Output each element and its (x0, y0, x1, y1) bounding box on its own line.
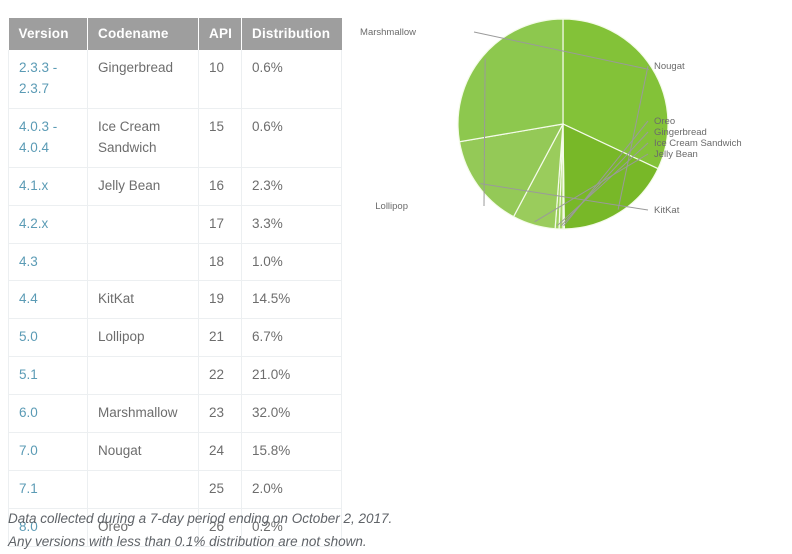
cell-codename: Gingerbread (87, 50, 199, 109)
cell-distribution: 14.5% (241, 280, 342, 320)
cell-api: 18 (198, 242, 242, 282)
table-row: 6.0 Marshmallow 23 32.0% (8, 394, 342, 434)
distribution-table-container: Version Codename API Distribution 2.3.3 … (8, 18, 342, 547)
cell-distribution: 6.7% (241, 318, 342, 358)
cell-codename (87, 242, 199, 282)
pie-label-nougat: Nougat (654, 61, 685, 72)
cell-version[interactable]: 2.3.3 - 2.3.7 (8, 50, 88, 109)
table-row: 4.4 KitKat 19 14.5% (8, 280, 342, 320)
table-row: 5.0 Lollipop 21 6.7% (8, 318, 342, 358)
pie-label-gingerbread: Gingerbread (654, 127, 707, 138)
pie-label-kitkat: KitKat (654, 205, 680, 216)
table-body: 2.3.3 - 2.3.7 Gingerbread 10 0.6% 4.0.3 - 4.… (8, 50, 342, 547)
cell-api: 10 (198, 50, 242, 109)
cell-distribution: 0.6% (241, 50, 342, 109)
distribution-pie-chart: Marshmallow Nougat Oreo Gingerbread Ice Crea… (356, 0, 792, 250)
cell-codename (87, 470, 199, 509)
cell-distribution: 2.3% (241, 166, 342, 206)
distribution-table: Version Codename API Distribution 2.3.3 … (8, 18, 342, 547)
cell-distribution: 15.8% (241, 432, 342, 472)
footnote-data-collection: Data collected during a 7-day period end… (8, 511, 393, 526)
table-header: Version Codename API Distribution (8, 18, 342, 50)
table-row: 5.1 22 21.0% (8, 356, 342, 396)
cell-codename (87, 356, 199, 396)
pie-slice-lollipop[interactable] (457, 18, 564, 143)
cell-version[interactable]: 7.1 (8, 470, 88, 509)
cell-api: 19 (198, 280, 242, 320)
column-header-api: API (198, 18, 242, 50)
cell-api: 16 (198, 166, 242, 206)
pie-label-lollipop: Lollipop (375, 201, 408, 212)
cell-distribution: 3.3% (241, 204, 342, 244)
table-row: 7.0 Nougat 24 15.8% (8, 432, 342, 472)
cell-version[interactable]: 4.3 (8, 242, 88, 282)
cell-version[interactable]: 6.0 (8, 394, 88, 434)
pie-chart-svg: Marshmallow Nougat OreoGingerbreadIce Crea… (360, 18, 742, 230)
column-header-version: Version (8, 18, 88, 50)
table-row: 7.1 25 2.0% (8, 470, 342, 509)
pie-label-jelly-bean: Jelly Bean (654, 149, 698, 160)
cell-api: 23 (198, 394, 242, 434)
table-row: 4.3 18 1.0% (8, 242, 342, 282)
table-header-row: Version Codename API Distribution (8, 18, 342, 50)
cell-version[interactable]: 4.0.3 - 4.0.4 (8, 107, 88, 168)
cell-version[interactable]: 5.0 (8, 318, 88, 358)
cell-codename: Lollipop (87, 318, 199, 358)
cell-codename: Nougat (87, 432, 199, 472)
cell-version[interactable]: 4.1.x (8, 166, 88, 206)
cell-codename: Jelly Bean (87, 166, 199, 206)
cell-api: 25 (198, 470, 242, 509)
cell-distribution: 32.0% (241, 394, 342, 434)
column-header-codename: Codename (87, 18, 199, 50)
cell-codename: Marshmallow (87, 394, 199, 434)
table-row: 4.2.x 17 3.3% (8, 204, 342, 244)
cell-api: 24 (198, 432, 242, 472)
table-row: 2.3.3 - 2.3.7 Gingerbread 10 0.6% (8, 50, 342, 109)
pie-label-oreo: Oreo (654, 116, 675, 127)
android-distribution-page: Version Codename API Distribution 2.3.3 … (0, 0, 792, 554)
cell-distribution: 1.0% (241, 242, 342, 282)
cell-version[interactable]: 4.2.x (8, 204, 88, 244)
cell-codename (87, 204, 199, 244)
cell-distribution: 21.0% (241, 356, 342, 396)
cell-version[interactable]: 4.4 (8, 280, 88, 320)
table-row: 4.1.x Jelly Bean 16 2.3% (8, 166, 342, 206)
pie-label-marshmallow: Marshmallow (360, 27, 416, 38)
cell-api: 22 (198, 356, 242, 396)
cell-codename: KitKat (87, 280, 199, 320)
cell-distribution: 0.6% (241, 107, 342, 168)
footnotes: Data collected during a 7-day period end… (8, 507, 508, 553)
cell-distribution: 2.0% (241, 470, 342, 509)
cell-version[interactable]: 5.1 (8, 356, 88, 396)
cell-api: 21 (198, 318, 242, 358)
cell-codename: Ice Cream Sandwich (87, 107, 199, 168)
footnote-threshold: Any versions with less than 0.1% distrib… (8, 534, 367, 550)
pie-label-ice-cream-sandwich: Ice Cream Sandwich (654, 138, 742, 149)
pie-slices (457, 18, 669, 230)
cell-api: 17 (198, 204, 242, 244)
cell-api: 15 (198, 107, 242, 168)
cell-version[interactable]: 7.0 (8, 432, 88, 472)
column-header-distribution: Distribution (241, 18, 342, 50)
table-row: 4.0.3 - 4.0.4 Ice Cream Sandwich 15 0.6% (8, 107, 342, 168)
